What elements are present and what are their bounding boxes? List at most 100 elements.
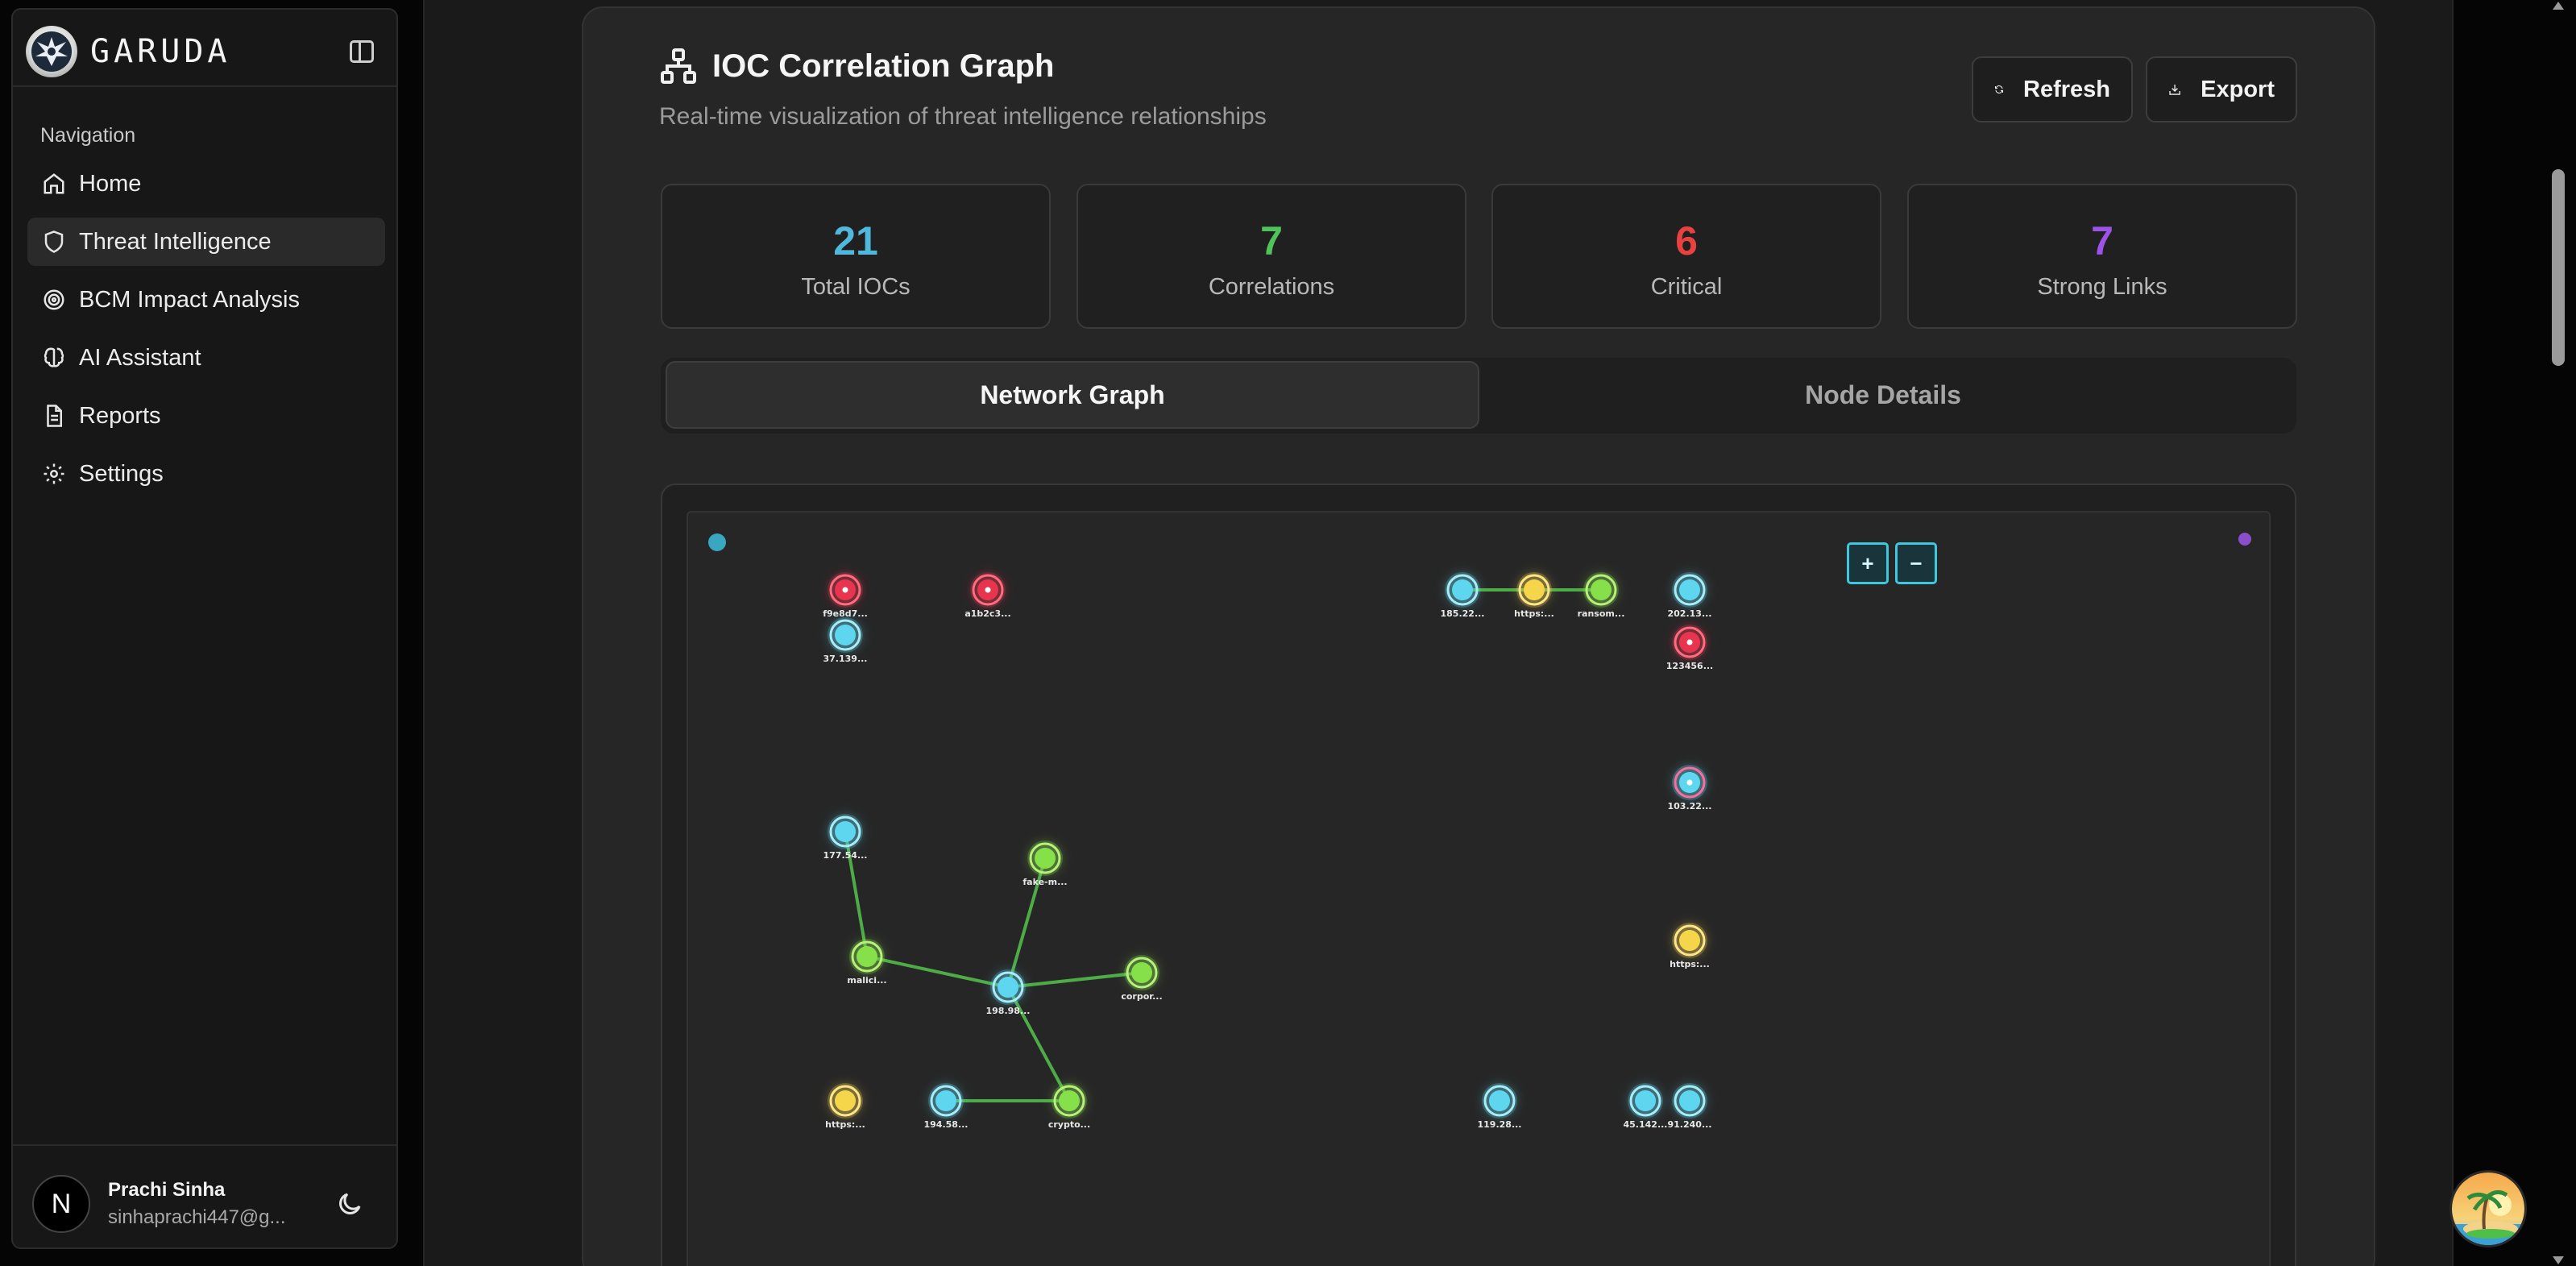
- graph-node[interactable]: 194.58...: [924, 1083, 969, 1130]
- title-row: IOC Correlation Graph: [659, 47, 1055, 85]
- graph-node[interactable]: https:...: [1670, 923, 1710, 969]
- scroll-down-icon[interactable]: [2553, 1256, 2564, 1264]
- graph-canvas[interactable]: f9e8d7... a1b2c3... 37.139... 185.22... http…: [687, 511, 2271, 1266]
- sidebar-item-home[interactable]: Home: [27, 160, 385, 208]
- graph-node[interactable]: 45.142...: [1624, 1083, 1668, 1130]
- sidebar-item-settings[interactable]: Settings: [27, 450, 385, 498]
- graph-node[interactable]: 119.28...: [1478, 1083, 1522, 1130]
- stat-label: Strong Links: [2037, 274, 2167, 300]
- stat-value: 7: [1260, 218, 1283, 264]
- stat-value: 6: [1675, 218, 1698, 264]
- node-core: [857, 946, 877, 967]
- brand-name: GARUDA: [90, 33, 231, 70]
- graph-node[interactable]: 177.54...: [823, 814, 868, 861]
- node-core: [1452, 579, 1473, 600]
- graph-node[interactable]: 185.22...: [1441, 572, 1485, 619]
- node-core: [835, 1090, 856, 1111]
- refresh-button[interactable]: Refresh: [1972, 56, 2133, 122]
- graph-node[interactable]: ransom...: [1578, 572, 1625, 619]
- nav-list: Home Threat Intelligence BCM Impact Anal…: [27, 160, 385, 508]
- home-icon: [44, 173, 64, 194]
- sidebar-item-label: Home: [79, 170, 142, 197]
- page-scrollbar[interactable]: [2550, 0, 2566, 1266]
- gear-icon: [44, 463, 64, 484]
- node-core: [998, 977, 1018, 998]
- export-label: Export: [2201, 76, 2275, 102]
- shield-icon: [44, 230, 64, 253]
- network-graph[interactable]: f9e8d7... a1b2c3... 37.139... 185.22... http…: [688, 513, 2272, 1266]
- node-core: [935, 1090, 956, 1111]
- graph-node[interactable]: https:...: [1514, 572, 1554, 619]
- moon-icon[interactable]: [335, 1189, 364, 1218]
- scroll-thumb[interactable]: [2552, 169, 2565, 366]
- sidebar-item-bcm-impact-analysis[interactable]: BCM Impact Analysis: [27, 276, 385, 324]
- graph-node[interactable]: 202.13...: [1668, 572, 1712, 619]
- graph-edge: [1007, 971, 1143, 989]
- graph-node[interactable]: corpor...: [1121, 955, 1163, 1002]
- graph-node[interactable]: 103.22...: [1668, 765, 1712, 811]
- node-core: [1035, 848, 1056, 869]
- node-core: [1591, 579, 1612, 600]
- user-info: Prachi Sinha sinhaprachi447@g...: [108, 1179, 286, 1229]
- node-label: https:...: [1670, 959, 1710, 969]
- page-subtitle: Real-time visualization of threat intell…: [659, 103, 1267, 130]
- scroll-up-icon[interactable]: [2553, 2, 2564, 10]
- critical-marker: [842, 587, 848, 593]
- node-label: fake-m...: [1023, 877, 1067, 887]
- node-core: [1489, 1090, 1510, 1111]
- node-label: 185.22...: [1441, 608, 1485, 619]
- export-button[interactable]: Export: [2146, 56, 2297, 122]
- node-core: [1524, 579, 1545, 600]
- node-core: [1679, 1090, 1700, 1111]
- graph-node[interactable]: a1b2c3...: [964, 572, 1011, 619]
- graph-node[interactable]: https:...: [825, 1083, 865, 1130]
- sidebar-item-label: Threat Intelligence: [79, 228, 272, 255]
- zoom-in-button[interactable]: +: [1847, 542, 1889, 584]
- stat-label: Total IOCs: [801, 274, 911, 300]
- sidebar-item-threat-intelligence[interactable]: Threat Intelligence: [27, 218, 385, 266]
- page-title: IOC Correlation Graph: [712, 48, 1055, 84]
- node-core: [1679, 930, 1700, 951]
- graph-edge: [866, 955, 1009, 989]
- assistant-bubble[interactable]: [2449, 1170, 2527, 1247]
- node-label: 103.22...: [1668, 801, 1712, 811]
- tab-network-graph[interactable]: Network Graph: [666, 361, 1479, 429]
- graph-node[interactable]: malici...: [847, 939, 887, 986]
- node-core: [1059, 1090, 1080, 1111]
- node-label: 91.240...: [1668, 1119, 1712, 1130]
- graph-node[interactable]: 37.139...: [823, 617, 868, 664]
- sidebar-item-reports[interactable]: Reports: [27, 392, 385, 440]
- zoom-out-button[interactable]: −: [1895, 542, 1937, 584]
- stat-label: Critical: [1650, 274, 1723, 300]
- graph-node[interactable]: f9e8d7...: [823, 572, 868, 619]
- node-core: [1679, 579, 1700, 600]
- node-label: corpor...: [1121, 991, 1162, 1002]
- sidebar-item-label: Settings: [79, 460, 164, 487]
- critical-marker: [1686, 639, 1693, 645]
- node-core: [1131, 962, 1152, 983]
- sidebar-item-label: BCM Impact Analysis: [79, 286, 300, 313]
- divider: [13, 1144, 396, 1146]
- node-label: malici...: [847, 975, 886, 986]
- sidebar-item-label: AI Assistant: [79, 344, 201, 371]
- node-label: https:...: [825, 1119, 865, 1130]
- download-icon: [2169, 84, 2180, 95]
- brand[interactable]: GARUDA: [26, 26, 231, 77]
- node-label: crypto...: [1048, 1119, 1090, 1130]
- node-label: 119.28...: [1478, 1119, 1522, 1130]
- node-core: [835, 821, 856, 842]
- sidebar: GARUDA Navigation Home Threat Intelligen…: [11, 8, 398, 1249]
- sidebar-item-ai-assistant[interactable]: AI Assistant: [27, 334, 385, 382]
- stat-strong-links: 7 Strong Links: [1907, 184, 2297, 329]
- graph-node[interactable]: 123456...: [1666, 625, 1713, 671]
- tab-node-details[interactable]: Node Details: [1476, 361, 2290, 429]
- graph-node[interactable]: 198.98...: [986, 969, 1031, 1016]
- nav-group-label: Navigation: [40, 124, 136, 147]
- garuda-logo: [26, 26, 77, 77]
- graph-node[interactable]: crypto...: [1048, 1083, 1090, 1130]
- graph-node[interactable]: 91.240...: [1668, 1083, 1712, 1130]
- user-profile[interactable]: N Prachi Sinha sinhaprachi447@g...: [32, 1175, 286, 1233]
- node-label: 123456...: [1666, 661, 1713, 671]
- sidebar-toggle-icon[interactable]: [350, 40, 374, 63]
- graph-node[interactable]: fake-m...: [1023, 841, 1068, 887]
